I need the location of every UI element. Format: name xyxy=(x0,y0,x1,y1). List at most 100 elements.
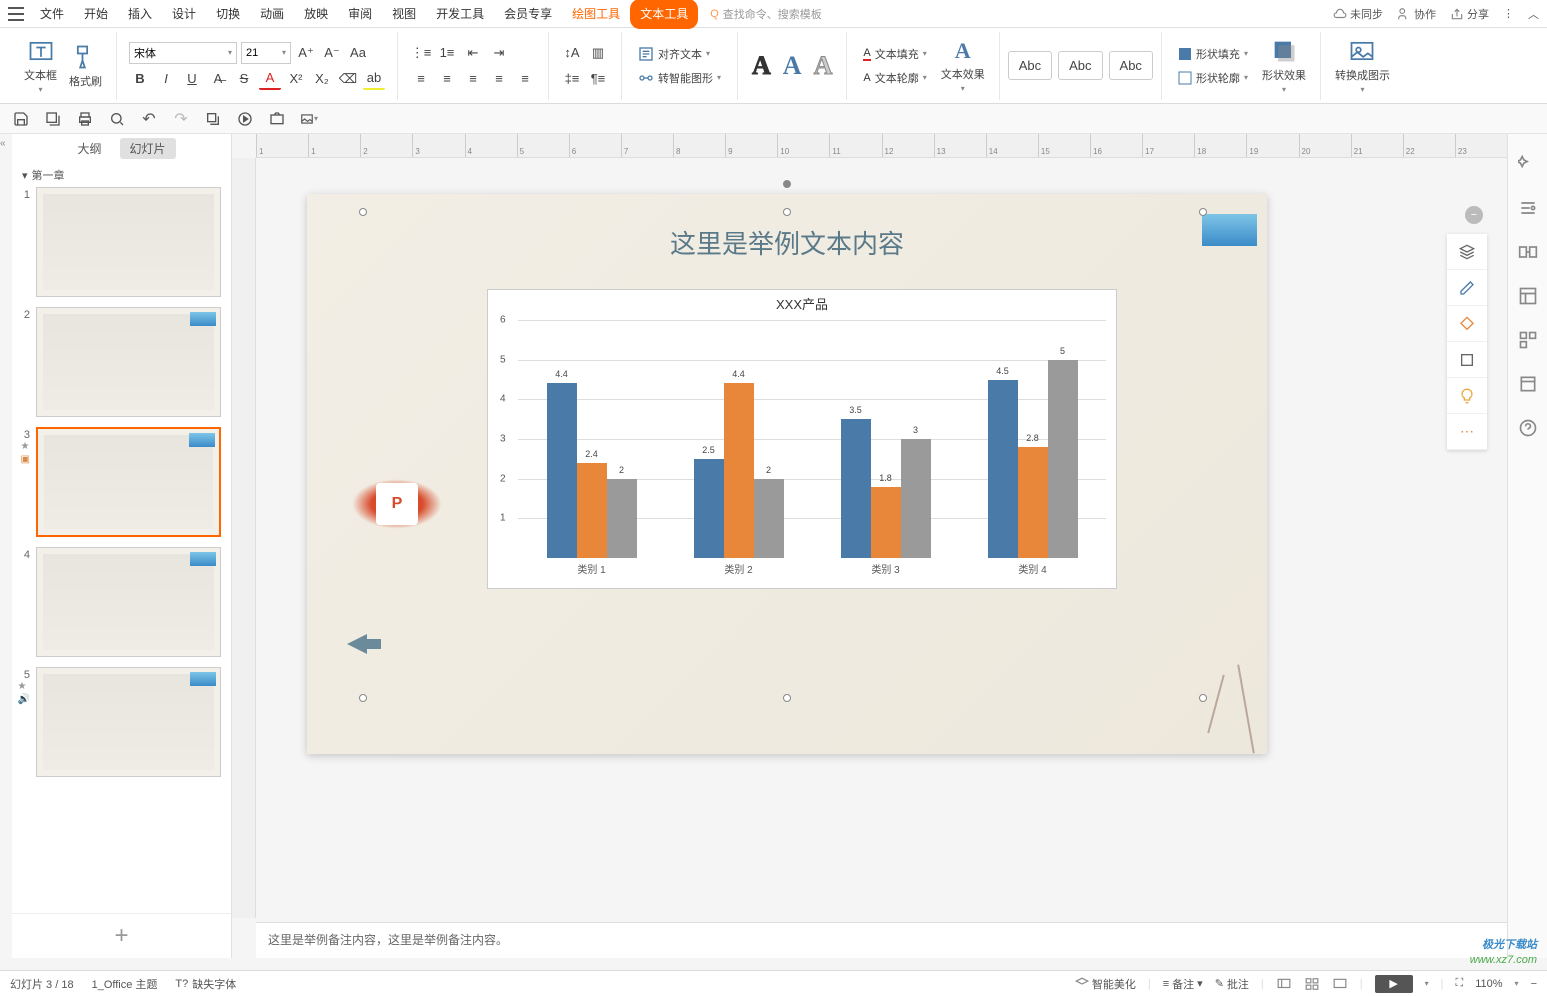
columns-icon[interactable]: ▥ xyxy=(587,42,609,64)
text-effects-button[interactable]: A 文本效果▾ xyxy=(935,38,991,93)
tab-slideshow[interactable]: 放映 xyxy=(294,0,338,28)
zoom-level[interactable]: 110% xyxy=(1475,978,1502,990)
saveas-icon[interactable] xyxy=(44,110,62,128)
superscript-icon[interactable]: X² xyxy=(285,68,307,90)
pen-icon[interactable] xyxy=(1447,270,1487,306)
tab-review[interactable]: 审阅 xyxy=(338,0,382,28)
float-close-icon[interactable]: − xyxy=(1465,206,1483,224)
justify-icon[interactable]: ≡ xyxy=(488,68,510,90)
tab-animation[interactable]: 动画 xyxy=(250,0,294,28)
command-search[interactable]: Q 查找命令、搜索模板 xyxy=(710,6,822,22)
slide-thumb-1[interactable] xyxy=(36,187,221,297)
para-spacing-icon[interactable]: ¶≡ xyxy=(587,68,609,90)
align-text-button[interactable]: 对齐文本▾ xyxy=(634,44,725,64)
slide-title[interactable]: 这里是举例文本内容 xyxy=(307,224,1267,261)
slide-thumb-2[interactable] xyxy=(36,307,221,417)
print-icon[interactable] xyxy=(76,110,94,128)
share-button[interactable]: 分享 xyxy=(1450,6,1489,22)
decrease-font-icon[interactable]: A⁻ xyxy=(321,42,343,64)
format-painter-button[interactable]: 格式刷 xyxy=(63,43,108,89)
strikethrough-icon[interactable]: A̶ xyxy=(207,68,229,90)
comment-button[interactable]: ✎ 批注 xyxy=(1215,976,1249,992)
redo-icon[interactable]: ↷ xyxy=(172,110,190,128)
slide-canvas[interactable]: 这里是举例文本内容 P XXX产品 1234564.42.42类别 12.54.… xyxy=(307,194,1267,754)
increase-indent-icon[interactable]: ⇥ xyxy=(488,42,510,64)
sync-status[interactable]: 未同步 xyxy=(1333,6,1383,22)
collapse-panel-icon[interactable]: « xyxy=(0,134,12,958)
more-dots-icon[interactable]: ⋯ xyxy=(1447,414,1487,450)
tab-devtools[interactable]: 开发工具 xyxy=(426,0,494,28)
convert-to-picture-button[interactable]: 转换成图示▾ xyxy=(1329,37,1396,94)
save-icon[interactable] xyxy=(12,110,30,128)
numbering-icon[interactable]: 1≡ xyxy=(436,42,458,64)
collaboration-button[interactable]: 协作 xyxy=(1397,6,1436,22)
rs-help-icon[interactable] xyxy=(1518,418,1538,438)
font-color-icon[interactable]: A xyxy=(259,68,281,90)
outline-tab[interactable]: 大纲 xyxy=(67,138,111,159)
view-sorter-icon[interactable] xyxy=(1304,977,1320,991)
shape-effects-button[interactable]: 形状效果▾ xyxy=(1256,37,1312,94)
shape-style-1[interactable]: Abc xyxy=(1008,51,1052,80)
menu-file[interactable]: 文件 xyxy=(30,0,74,28)
repeat-icon[interactable] xyxy=(204,110,222,128)
subscript-icon[interactable]: X₂ xyxy=(311,68,333,90)
shape-style-3[interactable]: Abc xyxy=(1109,51,1153,80)
notes-area[interactable]: 这里是举例备注内容，这里是举例备注内容。 xyxy=(256,922,1507,958)
underline-icon[interactable]: U xyxy=(181,68,203,90)
tab-draw-tools[interactable]: 绘图工具 xyxy=(562,0,630,28)
corner-image[interactable] xyxy=(1202,214,1257,246)
tab-transition[interactable]: 切换 xyxy=(206,0,250,28)
chapter-label[interactable]: ▾第一章 xyxy=(12,163,231,187)
increase-font-icon[interactable]: A⁺ xyxy=(295,42,317,64)
tab-vip[interactable]: 会员专享 xyxy=(494,0,562,28)
tab-insert[interactable]: 插入 xyxy=(118,0,162,28)
italic-icon[interactable]: I xyxy=(155,68,177,90)
play-icon[interactable] xyxy=(236,110,254,128)
collapse-ribbon-icon[interactable]: ︿ xyxy=(1528,6,1539,22)
slides-tab[interactable]: 幻灯片 xyxy=(120,138,176,159)
fit-icon[interactable]: ⛶ xyxy=(1456,977,1464,990)
rs-object-icon[interactable] xyxy=(1518,330,1538,350)
image-icon[interactable]: ▾ xyxy=(300,110,318,128)
slide-thumb-3[interactable] xyxy=(36,427,221,537)
bullets-icon[interactable]: ⋮≡ xyxy=(410,42,432,64)
wordart-style-1[interactable]: A xyxy=(746,51,777,81)
strike-icon[interactable]: S xyxy=(233,68,255,90)
rs-magic-icon[interactable] xyxy=(1518,154,1538,174)
bulb-icon[interactable] xyxy=(1447,378,1487,414)
rs-library-icon[interactable] xyxy=(1518,374,1538,394)
tab-view[interactable]: 视图 xyxy=(382,0,426,28)
smart-graphic-button[interactable]: 转智能图形▾ xyxy=(634,68,725,88)
rs-settings-icon[interactable] xyxy=(1518,198,1538,218)
align-left-icon[interactable]: ≡ xyxy=(410,68,432,90)
arrow-left-shape[interactable] xyxy=(347,634,367,654)
wordart-style-2[interactable]: A xyxy=(777,51,808,81)
missing-font[interactable]: T?缺失字体 xyxy=(175,976,236,992)
view-reading-icon[interactable] xyxy=(1332,977,1348,991)
layers-icon[interactable] xyxy=(1447,234,1487,270)
shape-outline-button[interactable]: 形状轮廓▾ xyxy=(1174,68,1252,88)
bold-icon[interactable]: B xyxy=(129,68,151,90)
text-fill-button[interactable]: A文本填充▾ xyxy=(859,44,930,64)
tab-start[interactable]: 开始 xyxy=(74,0,118,28)
slide-thumb-4[interactable] xyxy=(36,547,221,657)
text-outline-button[interactable]: A文本轮廓▾ xyxy=(859,68,930,88)
notes-button[interactable]: ≡ 备注 ▾ xyxy=(1163,976,1203,992)
tab-design[interactable]: 设计 xyxy=(162,0,206,28)
rs-transition-icon[interactable] xyxy=(1518,242,1538,262)
decrease-indent-icon[interactable]: ⇤ xyxy=(462,42,484,64)
shape-fill-button[interactable]: 形状填充▾ xyxy=(1174,44,1252,64)
add-slide-button[interactable]: + xyxy=(12,913,231,958)
align-right-icon[interactable]: ≡ xyxy=(462,68,484,90)
wordart-style-3[interactable]: A xyxy=(808,51,839,81)
bucket-icon[interactable] xyxy=(1447,306,1487,342)
slideshow-play-button[interactable]: ▶ xyxy=(1375,975,1413,993)
text-direction-icon[interactable]: ↕A xyxy=(561,42,583,64)
undo-icon[interactable]: ↶ xyxy=(140,110,158,128)
font-name-select[interactable]: 宋体▾ xyxy=(129,42,237,64)
frame-icon[interactable] xyxy=(1447,342,1487,378)
highlight-icon[interactable]: ab xyxy=(363,68,385,90)
play-dropdown[interactable]: ▾ xyxy=(1425,979,1429,988)
hamburger-icon[interactable] xyxy=(8,7,24,21)
clear-format-icon[interactable]: ⌫ xyxy=(337,68,359,90)
